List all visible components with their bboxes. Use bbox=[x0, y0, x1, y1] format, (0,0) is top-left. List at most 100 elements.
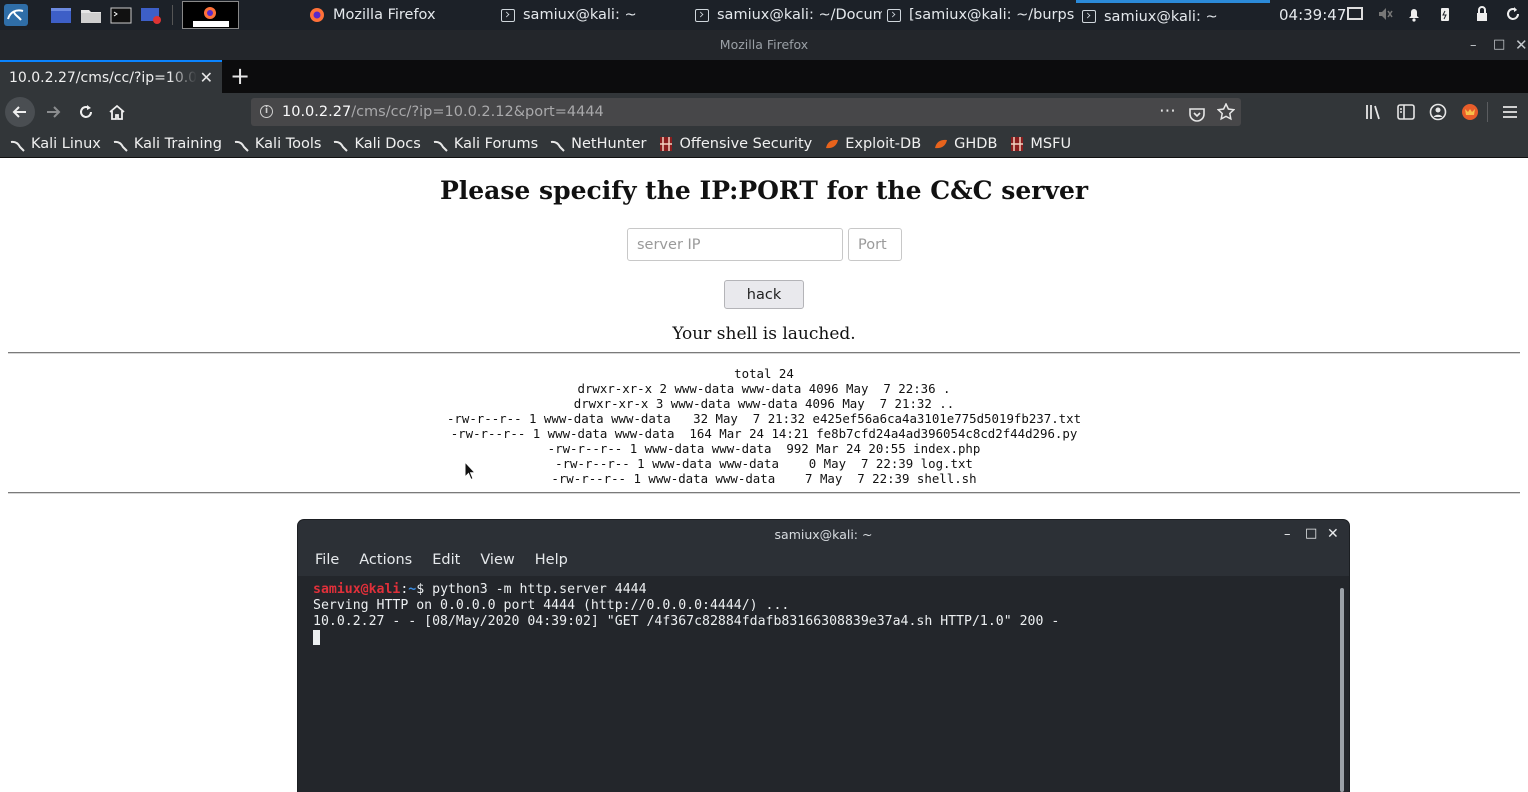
terminal-title-bar[interactable]: samiux@kali: ~ bbox=[298, 520, 1349, 550]
terminal-menubar: File Actions Edit View Help bbox=[315, 552, 568, 568]
kali-dragon-icon bbox=[433, 140, 448, 152]
hack-button[interactable]: hack bbox=[724, 280, 804, 309]
terminal-launcher-icon[interactable] bbox=[110, 5, 132, 25]
taskbar-item-label: samiux@kali: ~/Docum... bbox=[717, 7, 882, 23]
menu-actions[interactable]: Actions bbox=[359, 552, 412, 568]
bookmark-kali-forums[interactable]: Kali Forums bbox=[433, 136, 538, 152]
reload-button[interactable] bbox=[72, 93, 100, 131]
file-manager-icon[interactable] bbox=[80, 5, 102, 25]
minimize-icon[interactable]: – bbox=[1470, 38, 1477, 53]
menu-file[interactable]: File bbox=[315, 552, 339, 568]
divider-bottom bbox=[8, 492, 1520, 494]
terminal-scrollbar[interactable] bbox=[1337, 576, 1349, 792]
taskbar-item-firefox[interactable]: Mozilla Firefox bbox=[300, 0, 490, 30]
bookmark-kali-linux[interactable]: Kali Linux bbox=[10, 136, 101, 152]
battery-icon[interactable] bbox=[1437, 6, 1453, 22]
listing-line: drwxr-xr-x 2 www-data www-data 4096 May … bbox=[577, 381, 951, 396]
library-button[interactable] bbox=[1361, 93, 1387, 131]
panel-clock[interactable]: 04:39:47 bbox=[1279, 6, 1346, 24]
site-info-icon[interactable]: i bbox=[260, 105, 273, 118]
back-arrow-icon bbox=[4, 97, 35, 127]
tab-strip: 10.0.2.27/cms/cc/?ip=10.0.2 ✕ + bbox=[0, 60, 1528, 93]
kali-menu-icon[interactable] bbox=[4, 4, 28, 26]
bookmark-label: Kali Docs bbox=[354, 136, 421, 152]
home-button[interactable] bbox=[103, 93, 131, 131]
bookmark-label: Kali Forums bbox=[453, 136, 539, 152]
address-bar[interactable]: i 10.0.2.27/cms/cc/?ip=10.0.2.12&port=44… bbox=[251, 98, 1241, 126]
bookmark-star-icon[interactable] bbox=[1216, 102, 1236, 131]
page-actions-icon[interactable]: ⋯ bbox=[1159, 97, 1177, 125]
terminal-output-area[interactable]: samiux@kali:~$ python3 -m http.server 44… bbox=[298, 576, 1337, 792]
prompt-symbol: $ bbox=[416, 582, 433, 597]
home-icon bbox=[109, 104, 125, 120]
sidebar-button[interactable] bbox=[1393, 93, 1419, 131]
show-desktop-icon[interactable] bbox=[50, 5, 72, 25]
tab-close-icon[interactable]: ✕ bbox=[200, 68, 213, 87]
bookmark-kali-tools[interactable]: Kali Tools bbox=[234, 136, 321, 152]
firefox-icon bbox=[309, 7, 325, 23]
bookmark-kali-docs[interactable]: Kali Docs bbox=[333, 136, 421, 152]
shell-status-message: Your shell is lauched. bbox=[672, 324, 856, 344]
terminal-maximize-icon[interactable]: □ bbox=[1305, 526, 1317, 541]
account-button[interactable] bbox=[1425, 93, 1451, 131]
taskbar-item-terminal-active[interactable]: samiux@kali: ~ bbox=[1076, 0, 1270, 30]
tab-cc-server[interactable]: 10.0.2.27/cms/cc/?ip=10.0.2 ✕ bbox=[0, 60, 222, 93]
library-icon bbox=[1366, 105, 1380, 120]
workspace-switcher[interactable] bbox=[182, 1, 239, 29]
server-ip-input[interactable] bbox=[627, 228, 843, 261]
exploitdb-icon bbox=[935, 139, 948, 149]
kali-dragon-icon bbox=[334, 140, 349, 152]
menu-edit[interactable]: Edit bbox=[432, 552, 460, 568]
taskbar-item-terminal-burpsuite[interactable]: [samiux@kali: ~/burps... bbox=[882, 0, 1074, 30]
terminal-minimize-icon[interactable]: – bbox=[1284, 527, 1291, 542]
new-tab-icon[interactable]: + bbox=[230, 62, 250, 90]
taskbar-item-terminal-documents[interactable]: samiux@kali: ~/Docum... bbox=[686, 0, 882, 30]
taskbar-item-label: samiux@kali: ~ bbox=[523, 7, 637, 23]
bookmark-offensive-security[interactable]: Offensive Security bbox=[658, 136, 812, 152]
bookmark-msfu[interactable]: MSFU bbox=[1009, 136, 1071, 152]
port-input[interactable] bbox=[848, 228, 902, 261]
notifications-icon[interactable] bbox=[1406, 6, 1422, 22]
prompt-user: samiux@kali bbox=[313, 582, 401, 597]
close-icon[interactable]: ✕ bbox=[1515, 36, 1528, 54]
bookmark-exploit-db[interactable]: Exploit-DB bbox=[824, 136, 921, 152]
menu-view[interactable]: View bbox=[480, 552, 514, 568]
taskbar-item-label: [samiux@kali: ~/burps... bbox=[909, 7, 1074, 23]
back-button[interactable] bbox=[3, 93, 36, 131]
scrollbar-thumb[interactable] bbox=[1340, 588, 1344, 792]
extension-button[interactable] bbox=[1457, 93, 1483, 131]
terminal-icon bbox=[887, 8, 901, 22]
offsec-icon bbox=[660, 137, 673, 151]
terminal-icon bbox=[501, 8, 515, 22]
display-icon[interactable] bbox=[1347, 6, 1363, 22]
taskbar-item-label: samiux@kali: ~ bbox=[1104, 8, 1218, 25]
pocket-icon[interactable] bbox=[1189, 104, 1205, 132]
listing-line: -rw-r--r-- 1 www-data www-data 992 Mar 2… bbox=[547, 441, 981, 456]
directory-listing: total 24 drwxr-xr-x 2 www-data www-data … bbox=[0, 366, 1528, 486]
screen-recorder-icon[interactable] bbox=[140, 5, 162, 25]
volume-muted-icon[interactable] bbox=[1377, 6, 1393, 22]
open-menu-button[interactable] bbox=[1497, 93, 1523, 131]
terminal-window[interactable]: samiux@kali: ~ – □ ✕ File Actions Edit V… bbox=[298, 520, 1349, 792]
bookmark-nethunter[interactable]: NetHunter bbox=[550, 136, 646, 152]
listing-line: -rw-r--r-- 1 www-data www-data 164 Mar 2… bbox=[450, 426, 1078, 441]
menu-help[interactable]: Help bbox=[535, 552, 568, 568]
lock-screen-icon[interactable] bbox=[1474, 6, 1490, 22]
account-icon bbox=[1429, 103, 1447, 121]
power-restart-icon[interactable] bbox=[1505, 6, 1521, 22]
bookmark-label: NetHunter bbox=[571, 136, 647, 152]
maximize-icon[interactable]: □ bbox=[1493, 37, 1505, 52]
bookmark-label: GHDB bbox=[954, 136, 998, 152]
kali-dragon-icon bbox=[234, 140, 249, 152]
terminal-close-icon[interactable]: ✕ bbox=[1327, 526, 1339, 542]
bookmark-label: Offensive Security bbox=[679, 136, 813, 152]
window-title-bar[interactable]: Mozilla Firefox bbox=[0, 30, 1528, 60]
listing-line: -rw-r--r-- 1 www-data www-data 32 May 7 … bbox=[446, 411, 1082, 426]
bookmark-ghdb[interactable]: GHDB bbox=[933, 136, 997, 152]
terminal-output-line: 10.0.2.27 - - [08/May/2020 04:39:02] "GE… bbox=[313, 614, 1060, 629]
forward-button[interactable] bbox=[40, 93, 68, 131]
reload-icon bbox=[80, 105, 92, 118]
terminal-title: samiux@kali: ~ bbox=[774, 527, 873, 542]
taskbar-item-terminal-home[interactable]: samiux@kali: ~ bbox=[492, 0, 682, 30]
bookmark-kali-training[interactable]: Kali Training bbox=[113, 136, 222, 152]
